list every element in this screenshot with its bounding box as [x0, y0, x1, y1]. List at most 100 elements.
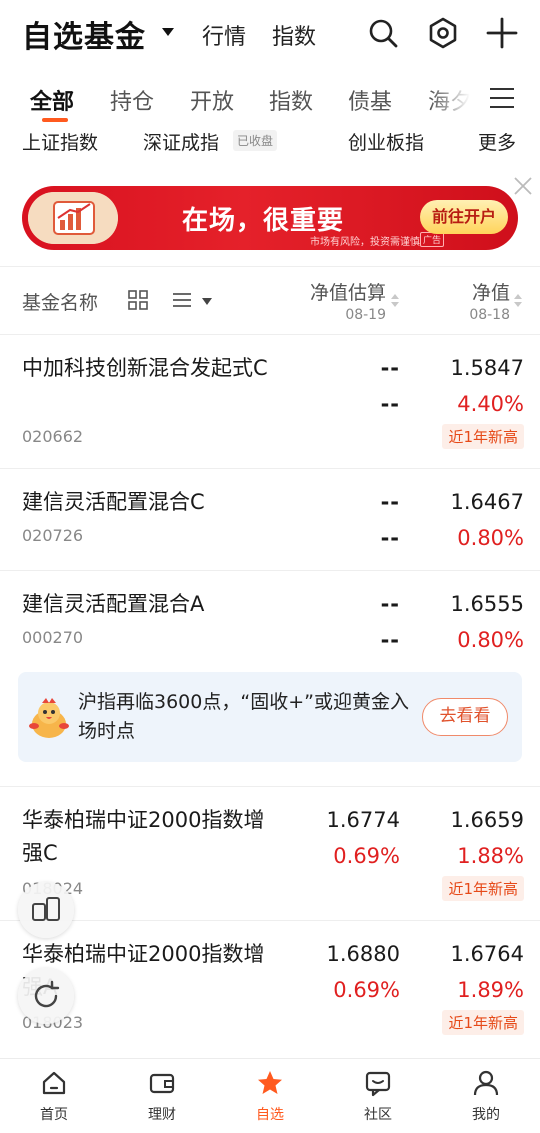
fund-name: 建信灵活配置混合A [22, 592, 205, 616]
fund-row[interactable]: 建信灵活配置混合C 020726 -- -- 1.6467 0.80% [0, 468, 540, 570]
active-tab-indicator [42, 118, 68, 122]
nav-profile[interactable]: 我的 [432, 1059, 540, 1133]
top-bar: 自选基金 行情 指数 [0, 0, 540, 70]
chat-icon [365, 1071, 391, 1097]
est-value-header[interactable]: 净值估算 08-19 [300, 278, 386, 323]
est-value-date: 08-19 [345, 307, 386, 323]
tab-open[interactable]: 开放 [190, 84, 234, 116]
view-button[interactable]: 去看看 [422, 698, 508, 736]
nav-watchlist[interactable]: 自选 [216, 1059, 324, 1133]
market-link[interactable]: 行情 [202, 19, 246, 51]
index-shenzhen[interactable]: 深证成指 [143, 128, 219, 155]
nav-label: 我的 [472, 1107, 500, 1123]
fund-row[interactable]: 华泰柏瑞中证2000指数增强A 018023 1.6880 0.69% 1.67… [0, 920, 540, 1054]
index-shanghai[interactable]: 上证指数 [22, 128, 98, 155]
tab-bond[interactable]: 债基 [348, 84, 392, 116]
settings-hex-icon[interactable] [426, 16, 460, 50]
fund-code: 000270 [22, 628, 84, 647]
index-chinext[interactable]: 创业板指 [348, 128, 424, 155]
refresh-float-button[interactable] [18, 968, 74, 1024]
banner-ad-tag: 广告 [420, 232, 445, 247]
nav-label: 社区 [364, 1107, 392, 1123]
fund-code: 020662 [22, 427, 84, 446]
list-view-icon[interactable] [172, 292, 192, 308]
user-icon [473, 1070, 499, 1096]
nav-wealth[interactable]: 理财 [108, 1059, 216, 1133]
est-change: -- [380, 628, 400, 652]
est-value: -- [380, 356, 400, 380]
est-value: -- [380, 592, 400, 616]
news-notice-card[interactable]: 沪指再临3600点，“固收+”或迎黄金入场时点 去看看 [18, 672, 522, 762]
nav-value: 1.6467 [450, 490, 524, 514]
est-change: 0.69% [333, 978, 400, 1002]
index-link[interactable]: 指数 [272, 19, 316, 51]
nav-change: 4.40% [457, 392, 524, 416]
nav-label: 自选 [256, 1107, 284, 1123]
fund-code: 020726 [22, 526, 84, 545]
wallet-icon [149, 1073, 175, 1094]
mascot-icon [29, 698, 69, 738]
est-value: 1.6774 [326, 808, 400, 832]
est-change: 0.69% [333, 844, 400, 868]
year-high-badge: 近1年新高 [442, 1010, 524, 1035]
year-high-badge: 近1年新高 [442, 876, 524, 901]
year-high-badge: 近1年新高 [442, 424, 524, 449]
divider [0, 266, 540, 267]
bottom-nav: 首页 理财 自选 社区 我的 [0, 1058, 540, 1133]
fund-name: 华泰柏瑞中证2000指数增强C [22, 808, 265, 865]
fund-row[interactable]: 建信灵活配置混合A 000270 -- -- 1.6555 0.80% [0, 570, 540, 672]
chart-card-icon [28, 192, 118, 244]
nav-value-header[interactable]: 净值 08-18 [430, 278, 510, 323]
grid-view-icon[interactable] [128, 290, 148, 310]
est-change: -- [380, 526, 400, 550]
nav-value-date: 08-18 [469, 307, 510, 323]
fund-list-header: 基金名称 净值估算 08-19 净值 08-18 [0, 268, 540, 334]
fund-row[interactable]: 华泰柏瑞中证2000指数增强C 018024 1.6774 0.69% 1.66… [0, 786, 540, 920]
nav-value: 1.6764 [450, 942, 524, 966]
nav-change: 1.88% [457, 844, 524, 868]
star-icon [258, 1071, 282, 1094]
est-change: -- [380, 392, 400, 416]
banner-title: 在场，很重要 [182, 206, 345, 236]
title-dropdown-icon[interactable] [162, 28, 174, 36]
market-closed-badge: 已收盘 [233, 130, 278, 151]
nav-value: 1.6555 [450, 592, 524, 616]
fund-name-header: 基金名称 [22, 292, 99, 314]
chevron-down-icon[interactable] [202, 298, 212, 305]
nav-change: 0.80% [457, 526, 524, 550]
tab-all[interactable]: 全部 [30, 84, 74, 116]
refresh-icon [34, 980, 60, 1008]
nav-change: 0.80% [457, 628, 524, 652]
nav-value-label: 净值 [471, 282, 510, 304]
nav-change: 1.89% [457, 978, 524, 1002]
sort-icon[interactable] [514, 294, 522, 308]
compare-float-button[interactable] [18, 882, 74, 938]
promo-banner[interactable]: 在场，很重要 市场有风险，投资需谨慎 广告 前往开户 [22, 186, 518, 250]
compare-icon [32, 897, 60, 921]
close-icon[interactable] [512, 175, 534, 197]
fund-name: 中加科技创新混合发起式C [22, 356, 268, 380]
sort-icon[interactable] [391, 294, 399, 308]
nav-label: 首页 [40, 1107, 68, 1123]
nav-label: 理财 [148, 1107, 176, 1123]
est-value: -- [380, 490, 400, 514]
page-title[interactable]: 自选基金 [22, 12, 146, 56]
fund-name: 建信灵活配置混合C [22, 490, 205, 514]
nav-value: 1.6659 [450, 808, 524, 832]
tab-menu-icon[interactable] [490, 88, 514, 110]
open-account-button[interactable]: 前往开户 [420, 200, 508, 234]
tab-holdings[interactable]: 持仓 [110, 84, 154, 116]
home-icon [42, 1071, 66, 1095]
nav-home[interactable]: 首页 [0, 1059, 108, 1133]
plus-icon[interactable] [485, 16, 519, 50]
est-value-label: 净值估算 [309, 282, 386, 304]
index-more-link[interactable]: 更多 [478, 128, 516, 155]
notice-text: 沪指再临3600点，“固收+”或迎黄金入场时点 [78, 691, 409, 742]
fund-row[interactable]: 中加科技创新混合发起式C 020662 -- -- 1.5847 4.40% 近… [0, 334, 540, 468]
nav-value: 1.5847 [450, 356, 524, 380]
tab-index[interactable]: 指数 [269, 84, 313, 116]
nav-community[interactable]: 社区 [324, 1059, 432, 1133]
tabs-fade [430, 80, 480, 124]
search-icon[interactable] [366, 16, 400, 50]
est-value: 1.6880 [326, 942, 400, 966]
